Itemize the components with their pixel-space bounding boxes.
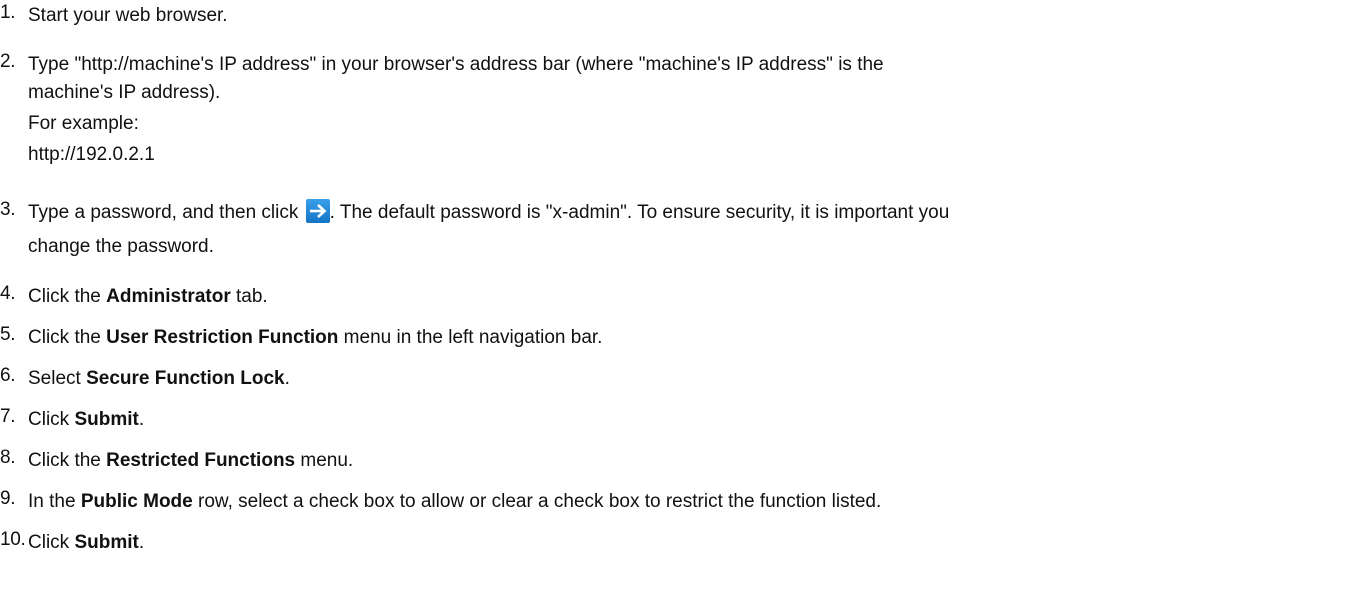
arrow-right-icon — [305, 199, 330, 223]
step-number: 10. — [0, 529, 26, 550]
instruction-steps: 1. Start your web browser. 2. Type "http… — [0, 0, 1352, 615]
step-text-pre: Click the — [28, 286, 107, 307]
step-text: Click Submit. — [28, 406, 1328, 434]
ui-term-submit: Submit — [74, 532, 139, 553]
ui-term-secure-function-lock: Secure Function Lock — [86, 368, 285, 389]
step-text: Click the User Restriction Function menu… — [28, 324, 1328, 352]
step-text-pre: Click the — [28, 450, 107, 471]
step-text-post: . — [138, 409, 145, 430]
step-text-post: menu. — [295, 450, 354, 471]
step-number: 8. — [0, 447, 16, 468]
step-number: 2. — [0, 51, 16, 72]
ui-term-public-mode: Public Mode — [80, 491, 193, 512]
step-number: 1. — [0, 2, 16, 23]
step-1-text: Start your web browser. — [28, 5, 228, 26]
step-text-pre: Click — [28, 532, 75, 553]
step-text-post: menu in the left navigation bar. — [338, 327, 603, 348]
step-3-line-1: Type a password, and then click . The de… — [28, 199, 1328, 227]
step-text: Type a password, and then click . The de… — [28, 199, 1328, 261]
ui-term-user-restriction-function: User Restriction Function — [106, 327, 339, 348]
step-text-post: tab. — [230, 286, 268, 307]
step-text: Click the Restricted Functions menu. — [28, 447, 1328, 475]
step-2-line-2: machine's IP address). — [28, 82, 221, 103]
example-label: For example: — [28, 113, 139, 134]
step-text-post: . — [138, 532, 145, 553]
step-number: 7. — [0, 406, 16, 427]
example-url: http://192.0.2.1 — [28, 144, 155, 165]
step-text-post: row, select a check box to allow or clea… — [192, 491, 882, 512]
step-3-line-2: change the password. — [28, 236, 214, 257]
step-number: 4. — [0, 283, 16, 304]
step-number: 5. — [0, 324, 16, 345]
step-text-post: . — [284, 368, 290, 389]
step-text-pre: Click — [28, 409, 75, 430]
step-text: Select Secure Function Lock. — [28, 365, 1328, 393]
step-text: In the Public Mode row, select a check b… — [28, 488, 1328, 516]
ui-term-restricted-functions: Restricted Functions — [106, 450, 296, 471]
step-3-text-after-icon: . The default password is "x-admin". To … — [329, 202, 950, 223]
step-number: 6. — [0, 365, 16, 386]
ui-term-administrator: Administrator — [106, 286, 231, 307]
step-number: 3. — [0, 199, 16, 220]
step-text: Type "http://machine's IP address" in yo… — [28, 51, 1328, 169]
step-2-line-1: Type "http://machine's IP address" in yo… — [28, 54, 884, 75]
step-text-pre: Click the — [28, 327, 107, 348]
step-text: Click Submit. — [28, 529, 1328, 557]
step-text-pre: In the — [28, 491, 81, 512]
step-text: Click the Administrator tab. — [28, 283, 1328, 311]
ui-term-submit: Submit — [74, 409, 139, 430]
step-3-text-before-icon: Type a password, and then click — [28, 202, 304, 223]
step-text-pre: Select — [28, 368, 87, 389]
step-number: 9. — [0, 488, 16, 509]
step-text: Start your web browser. — [28, 2, 1328, 30]
